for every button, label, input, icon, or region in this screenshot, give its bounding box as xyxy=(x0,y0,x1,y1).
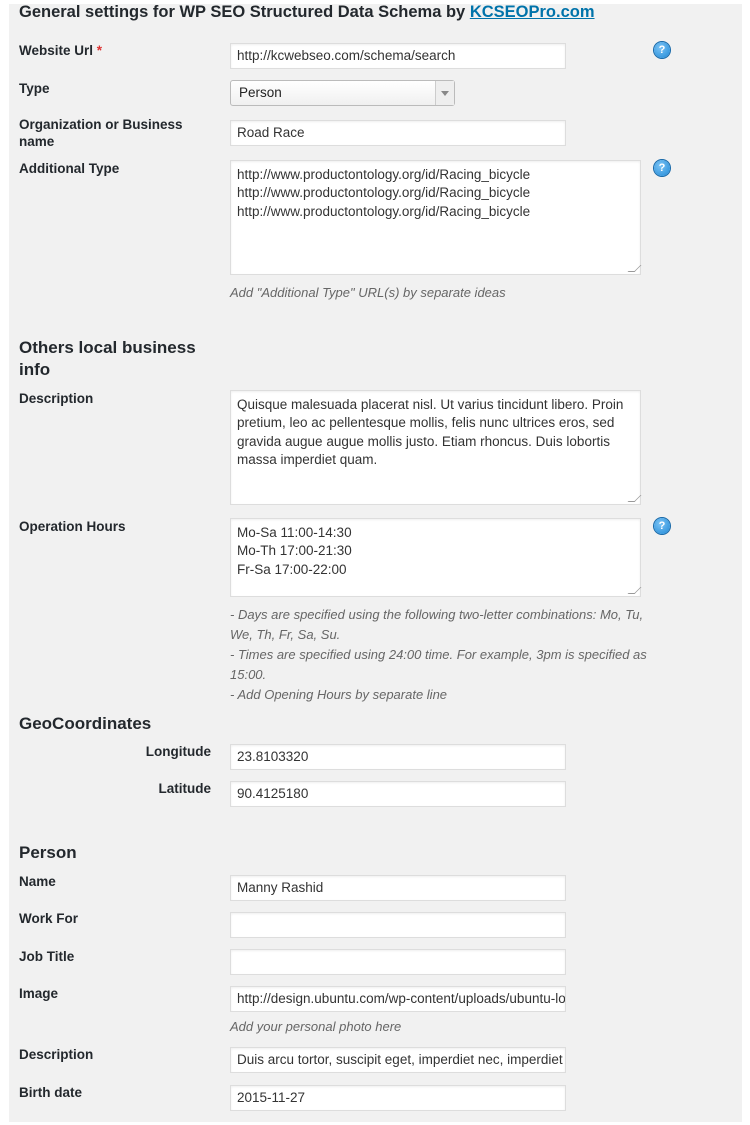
hint-lines: - Add Opening Hours by separate line xyxy=(230,687,448,702)
operation-hours-label: Operation Hours xyxy=(19,519,126,534)
chevron-down-icon[interactable] xyxy=(435,81,454,105)
type-select[interactable]: Person xyxy=(230,80,455,106)
hint-days: - Days are specified using the following… xyxy=(230,607,644,642)
job-title-label: Job Title xyxy=(19,949,75,964)
job-title-input[interactable] xyxy=(230,949,566,975)
work-for-input[interactable] xyxy=(230,912,566,938)
operation-hours-hints: - Days are specified using the following… xyxy=(230,605,650,705)
help-question-icon[interactable]: ? xyxy=(654,160,670,176)
person-description-input[interactable]: Duis arcu tortor, suscipit eget, imperdi… xyxy=(230,1047,566,1073)
type-selected-value: Person xyxy=(239,85,282,100)
operation-hours-textarea[interactable]: Mo-Sa 11:00-14:30 Mo-Th 17:00-21:30 Fr-S… xyxy=(230,518,641,597)
kcseopro-link[interactable]: KCSEOPro.com xyxy=(470,3,595,21)
latitude-label: Latitude xyxy=(158,781,212,796)
help-question-icon[interactable]: ? xyxy=(654,518,670,534)
website-url-label: Website Url * xyxy=(19,43,103,58)
longitude-label: Longitude xyxy=(145,744,211,759)
image-input[interactable]: http://design.ubuntu.com/wp-content/uplo… xyxy=(230,986,566,1012)
birth-date-label: Birth date xyxy=(19,1085,83,1100)
person-heading: Person xyxy=(19,843,77,862)
org-name-label: Organization or Business name xyxy=(19,117,183,149)
required-marker: * xyxy=(96,43,103,58)
name-label: Name xyxy=(19,874,56,889)
name-input[interactable]: Manny Rashid xyxy=(230,875,566,901)
title-text: General settings for WP SEO Structured D… xyxy=(19,3,470,21)
person-description-label: Description xyxy=(19,1047,94,1062)
description-label: Description xyxy=(19,391,94,406)
local-business-heading: Others local business info xyxy=(19,338,196,379)
description-textarea[interactable]: Quisque malesuada placerat nisl. Ut vari… xyxy=(230,390,641,505)
work-for-label: Work For xyxy=(19,911,79,926)
help-question-icon[interactable]: ? xyxy=(654,42,670,58)
latitude-input[interactable]: 90.4125180 xyxy=(230,781,566,807)
additional-type-textarea[interactable]: http://www.productontology.org/id/Racing… xyxy=(230,160,641,275)
type-label: Type xyxy=(19,81,50,96)
additional-type-label: Additional Type xyxy=(19,161,120,176)
org-name-input[interactable]: Road Race xyxy=(230,120,566,146)
additional-type-hint: Add "Additional Type" URL(s) by separate… xyxy=(230,285,506,300)
website-url-input[interactable]: http://kcwebseo.com/schema/search xyxy=(230,43,566,69)
geo-heading: GeoCoordinates xyxy=(19,714,152,733)
page-title: General settings for WP SEO Structured D… xyxy=(19,3,595,22)
birth-date-input[interactable]: 2015-11-27 xyxy=(230,1085,566,1111)
longitude-input[interactable]: 23.8103320 xyxy=(230,744,566,770)
image-label: Image xyxy=(19,986,59,1001)
image-hint: Add your personal photo here xyxy=(230,1019,402,1034)
hint-times: - Times are specified using 24:00 time. … xyxy=(230,647,647,682)
